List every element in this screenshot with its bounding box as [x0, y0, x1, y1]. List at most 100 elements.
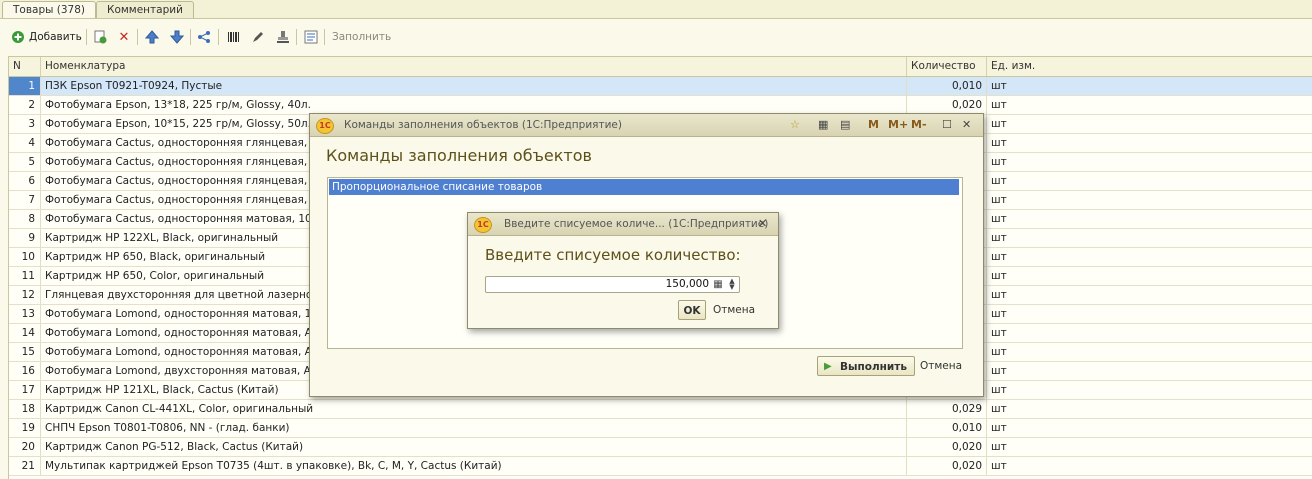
- row-number[interactable]: 10: [9, 248, 41, 266]
- maximize-icon[interactable]: ☐: [942, 117, 952, 133]
- quantity-cell[interactable]: 0,020: [907, 438, 987, 456]
- unit-cell[interactable]: шт: [987, 134, 1312, 152]
- dialog-title-bar[interactable]: 1C Введите списуемое количе... (1С:Предп…: [468, 213, 778, 236]
- quantity-input[interactable]: 150,000 ▦ ▲ ▼: [485, 276, 740, 293]
- unit-cell[interactable]: шт: [987, 457, 1312, 475]
- unit-cell[interactable]: шт: [987, 77, 1312, 95]
- row-number[interactable]: 1: [9, 77, 41, 95]
- table-row[interactable]: 21 Мультипак картриджей Epson T0735 (4шт.…: [9, 457, 1312, 476]
- row-number[interactable]: 21: [9, 457, 41, 475]
- row-number[interactable]: 4: [9, 134, 41, 152]
- unit-cell[interactable]: шт: [987, 324, 1312, 342]
- cancel-button[interactable]: Отмена: [713, 300, 755, 320]
- row-number[interactable]: 2: [9, 96, 41, 114]
- row-number[interactable]: 13: [9, 305, 41, 323]
- unit-cell[interactable]: шт: [987, 400, 1312, 418]
- row-number[interactable]: 6: [9, 172, 41, 190]
- unit-cell[interactable]: шт: [987, 210, 1312, 228]
- unit-cell[interactable]: шт: [987, 305, 1312, 323]
- delete-icon: ✕: [118, 29, 130, 45]
- unit-cell[interactable]: шт: [987, 438, 1312, 456]
- row-number[interactable]: 11: [9, 267, 41, 285]
- table-row[interactable]: 20 Картридж Canon PG-512, Black, Cactus (…: [9, 438, 1312, 457]
- toolbar-separator: [296, 29, 297, 45]
- column-header-n[interactable]: N: [9, 57, 41, 76]
- row-number[interactable]: 14: [9, 324, 41, 342]
- memory-minus-button[interactable]: M-: [911, 117, 927, 133]
- unit-cell[interactable]: шт: [987, 343, 1312, 361]
- execute-button[interactable]: ▶ Выполнить: [817, 356, 915, 376]
- nomenclature-cell[interactable]: Фотобумага Epson, 13*18, 225 гр/м, Gloss…: [41, 96, 907, 114]
- spin-icon[interactable]: ▲ ▼: [726, 278, 738, 291]
- nomenclature-cell[interactable]: Картридж Canon CL-441XL, Color, оригинал…: [41, 400, 907, 418]
- unit-cell[interactable]: шт: [987, 362, 1312, 380]
- move-up-button[interactable]: [144, 28, 160, 46]
- close-icon[interactable]: ✕: [962, 117, 971, 133]
- memory-plus-button[interactable]: M+: [888, 117, 908, 133]
- table-row[interactable]: 1 ПЗК Epson T0921-T0924, Пустые 0,010 шт: [9, 77, 1312, 96]
- unit-cell[interactable]: шт: [987, 286, 1312, 304]
- nomenclature-cell[interactable]: Мультипак картриджей Epson T0735 (4шт. в…: [41, 457, 907, 475]
- barcode-button[interactable]: [226, 28, 242, 46]
- row-number[interactable]: 5: [9, 153, 41, 171]
- unit-cell[interactable]: шт: [987, 229, 1312, 247]
- row-number[interactable]: 8: [9, 210, 41, 228]
- unit-cell[interactable]: шт: [987, 191, 1312, 209]
- column-header-quantity[interactable]: Количество: [907, 57, 987, 76]
- memory-button[interactable]: M: [868, 117, 879, 133]
- nomenclature-cell[interactable]: Картридж Canon PG-512, Black, Cactus (Ки…: [41, 438, 907, 456]
- edit-button[interactable]: [250, 28, 266, 46]
- dialog-title-bar[interactable]: 1C Команды заполнения объектов (1С:Предп…: [310, 114, 983, 137]
- row-number[interactable]: 9: [9, 229, 41, 247]
- calendar-icon[interactable]: ▤: [840, 117, 850, 133]
- row-number[interactable]: 17: [9, 381, 41, 399]
- row-number[interactable]: 19: [9, 419, 41, 437]
- tab-comment[interactable]: Комментарий: [96, 1, 194, 18]
- quantity-cell[interactable]: 0,029: [907, 400, 987, 418]
- copy-button[interactable]: [92, 28, 108, 46]
- favorite-icon[interactable]: ☆: [790, 117, 800, 133]
- move-down-button[interactable]: [169, 28, 185, 46]
- unit-cell[interactable]: шт: [987, 172, 1312, 190]
- unit-cell[interactable]: шт: [987, 381, 1312, 399]
- quantity-cell[interactable]: 0,020: [907, 457, 987, 475]
- toolbar-separator: [86, 29, 87, 45]
- quantity-cell[interactable]: 0,020: [907, 96, 987, 114]
- tab-goods[interactable]: Товары (378): [2, 1, 96, 18]
- row-number[interactable]: 7: [9, 191, 41, 209]
- list-item[interactable]: Пропорциональное списание товаров: [329, 179, 959, 195]
- list-settings-button[interactable]: [303, 28, 319, 46]
- unit-cell[interactable]: шт: [987, 96, 1312, 114]
- nomenclature-cell[interactable]: СНПЧ Epson T0801-T0806, NN - (глад. банк…: [41, 419, 907, 437]
- row-number[interactable]: 20: [9, 438, 41, 456]
- play-icon: ▶: [824, 361, 832, 372]
- table-row[interactable]: 19 СНПЧ Epson T0801-T0806, NN - (глад. ба…: [9, 419, 1312, 438]
- row-number[interactable]: 12: [9, 286, 41, 304]
- row-number[interactable]: 3: [9, 115, 41, 133]
- unit-cell[interactable]: шт: [987, 419, 1312, 437]
- unit-cell[interactable]: шт: [987, 115, 1312, 133]
- unit-cell[interactable]: шт: [987, 267, 1312, 285]
- column-header-unit[interactable]: Ед. изм.: [987, 57, 1312, 76]
- fill-button[interactable]: Заполнить: [332, 28, 391, 46]
- row-number[interactable]: 16: [9, 362, 41, 380]
- unit-cell[interactable]: шт: [987, 248, 1312, 266]
- delete-button[interactable]: ✕: [116, 28, 132, 46]
- calculator-icon[interactable]: ▦: [818, 117, 828, 133]
- close-icon[interactable]: ✕: [758, 216, 767, 232]
- quantity-cell[interactable]: 0,010: [907, 419, 987, 437]
- row-number[interactable]: 18: [9, 400, 41, 418]
- add-button[interactable]: Добавить: [10, 28, 82, 46]
- stamp-button[interactable]: [275, 28, 291, 46]
- ok-button[interactable]: OK: [678, 300, 706, 320]
- table-row[interactable]: 18 Картридж Canon CL-441XL, Color, оригин…: [9, 400, 1312, 419]
- cancel-button[interactable]: Отмена: [920, 356, 962, 376]
- nomenclature-cell[interactable]: ПЗК Epson T0921-T0924, Пустые: [41, 77, 907, 95]
- share-button[interactable]: [196, 28, 212, 46]
- quantity-cell[interactable]: 0,010: [907, 77, 987, 95]
- unit-cell[interactable]: шт: [987, 153, 1312, 171]
- row-number[interactable]: 15: [9, 343, 41, 361]
- calculator-icon[interactable]: ▦: [712, 278, 724, 291]
- dialog-heading: Команды заполнения объектов: [326, 146, 592, 165]
- column-header-nomenclature[interactable]: Номенклатура: [41, 57, 907, 76]
